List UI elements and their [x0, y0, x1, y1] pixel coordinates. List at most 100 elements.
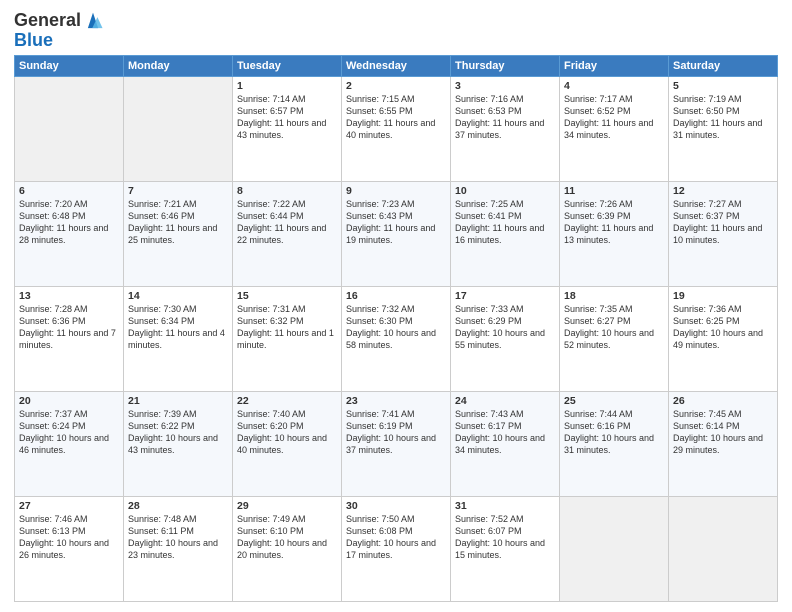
calendar-cell: 10Sunrise: 7:25 AM Sunset: 6:41 PM Dayli…: [451, 182, 560, 287]
calendar-cell: 25Sunrise: 7:44 AM Sunset: 6:16 PM Dayli…: [560, 392, 669, 497]
day-info: Sunrise: 7:26 AM Sunset: 6:39 PM Dayligh…: [564, 198, 664, 247]
day-number: 30: [346, 500, 446, 512]
day-number: 20: [19, 395, 119, 407]
day-info: Sunrise: 7:37 AM Sunset: 6:24 PM Dayligh…: [19, 408, 119, 457]
page: General Blue SundayMondayTuesdayWednesda…: [0, 0, 792, 612]
calendar-week-row: 13Sunrise: 7:28 AM Sunset: 6:36 PM Dayli…: [15, 287, 778, 392]
weekday-header: Wednesday: [342, 56, 451, 77]
calendar-cell: 19Sunrise: 7:36 AM Sunset: 6:25 PM Dayli…: [669, 287, 778, 392]
day-info: Sunrise: 7:52 AM Sunset: 6:07 PM Dayligh…: [455, 513, 555, 562]
day-info: Sunrise: 7:25 AM Sunset: 6:41 PM Dayligh…: [455, 198, 555, 247]
day-number: 8: [237, 185, 337, 197]
weekday-header: Saturday: [669, 56, 778, 77]
day-info: Sunrise: 7:44 AM Sunset: 6:16 PM Dayligh…: [564, 408, 664, 457]
day-info: Sunrise: 7:19 AM Sunset: 6:50 PM Dayligh…: [673, 93, 773, 142]
calendar-week-row: 6Sunrise: 7:20 AM Sunset: 6:48 PM Daylig…: [15, 182, 778, 287]
day-number: 15: [237, 290, 337, 302]
weekday-header: Friday: [560, 56, 669, 77]
calendar-cell: 14Sunrise: 7:30 AM Sunset: 6:34 PM Dayli…: [124, 287, 233, 392]
calendar-week-row: 20Sunrise: 7:37 AM Sunset: 6:24 PM Dayli…: [15, 392, 778, 497]
day-number: 29: [237, 500, 337, 512]
weekday-header: Tuesday: [233, 56, 342, 77]
day-number: 3: [455, 80, 555, 92]
weekday-header: Thursday: [451, 56, 560, 77]
day-number: 28: [128, 500, 228, 512]
day-info: Sunrise: 7:22 AM Sunset: 6:44 PM Dayligh…: [237, 198, 337, 247]
calendar-cell: 23Sunrise: 7:41 AM Sunset: 6:19 PM Dayli…: [342, 392, 451, 497]
day-number: 31: [455, 500, 555, 512]
logo-blue-text: Blue: [14, 31, 53, 49]
day-number: 5: [673, 80, 773, 92]
calendar-cell: 21Sunrise: 7:39 AM Sunset: 6:22 PM Dayli…: [124, 392, 233, 497]
day-number: 22: [237, 395, 337, 407]
calendar-cell: 13Sunrise: 7:28 AM Sunset: 6:36 PM Dayli…: [15, 287, 124, 392]
calendar-week-row: 1Sunrise: 7:14 AM Sunset: 6:57 PM Daylig…: [15, 77, 778, 182]
day-info: Sunrise: 7:28 AM Sunset: 6:36 PM Dayligh…: [19, 303, 119, 352]
calendar-cell: 2Sunrise: 7:15 AM Sunset: 6:55 PM Daylig…: [342, 77, 451, 182]
calendar-cell: 31Sunrise: 7:52 AM Sunset: 6:07 PM Dayli…: [451, 497, 560, 602]
weekday-header: Sunday: [15, 56, 124, 77]
day-number: 27: [19, 500, 119, 512]
day-number: 23: [346, 395, 446, 407]
calendar-cell: 3Sunrise: 7:16 AM Sunset: 6:53 PM Daylig…: [451, 77, 560, 182]
day-info: Sunrise: 7:15 AM Sunset: 6:55 PM Dayligh…: [346, 93, 446, 142]
header: General Blue: [14, 10, 778, 49]
day-info: Sunrise: 7:35 AM Sunset: 6:27 PM Dayligh…: [564, 303, 664, 352]
calendar-cell: 7Sunrise: 7:21 AM Sunset: 6:46 PM Daylig…: [124, 182, 233, 287]
day-info: Sunrise: 7:17 AM Sunset: 6:52 PM Dayligh…: [564, 93, 664, 142]
day-number: 2: [346, 80, 446, 92]
calendar-cell: 29Sunrise: 7:49 AM Sunset: 6:10 PM Dayli…: [233, 497, 342, 602]
day-number: 26: [673, 395, 773, 407]
day-number: 18: [564, 290, 664, 302]
day-info: Sunrise: 7:49 AM Sunset: 6:10 PM Dayligh…: [237, 513, 337, 562]
calendar-cell: 30Sunrise: 7:50 AM Sunset: 6:08 PM Dayli…: [342, 497, 451, 602]
calendar-cell: [560, 497, 669, 602]
day-number: 10: [455, 185, 555, 197]
calendar-cell: 9Sunrise: 7:23 AM Sunset: 6:43 PM Daylig…: [342, 182, 451, 287]
day-number: 19: [673, 290, 773, 302]
day-number: 24: [455, 395, 555, 407]
day-number: 25: [564, 395, 664, 407]
day-info: Sunrise: 7:23 AM Sunset: 6:43 PM Dayligh…: [346, 198, 446, 247]
calendar-cell: [124, 77, 233, 182]
day-number: 4: [564, 80, 664, 92]
calendar-cell: 17Sunrise: 7:33 AM Sunset: 6:29 PM Dayli…: [451, 287, 560, 392]
day-info: Sunrise: 7:36 AM Sunset: 6:25 PM Dayligh…: [673, 303, 773, 352]
day-number: 21: [128, 395, 228, 407]
calendar-cell: 11Sunrise: 7:26 AM Sunset: 6:39 PM Dayli…: [560, 182, 669, 287]
calendar-cell: 16Sunrise: 7:32 AM Sunset: 6:30 PM Dayli…: [342, 287, 451, 392]
calendar-cell: 20Sunrise: 7:37 AM Sunset: 6:24 PM Dayli…: [15, 392, 124, 497]
calendar-cell: 6Sunrise: 7:20 AM Sunset: 6:48 PM Daylig…: [15, 182, 124, 287]
day-info: Sunrise: 7:21 AM Sunset: 6:46 PM Dayligh…: [128, 198, 228, 247]
day-info: Sunrise: 7:30 AM Sunset: 6:34 PM Dayligh…: [128, 303, 228, 352]
day-info: Sunrise: 7:27 AM Sunset: 6:37 PM Dayligh…: [673, 198, 773, 247]
day-number: 9: [346, 185, 446, 197]
calendar-cell: [15, 77, 124, 182]
calendar-cell: 4Sunrise: 7:17 AM Sunset: 6:52 PM Daylig…: [560, 77, 669, 182]
day-info: Sunrise: 7:31 AM Sunset: 6:32 PM Dayligh…: [237, 303, 337, 352]
logo-general-text: General: [14, 10, 81, 31]
day-number: 11: [564, 185, 664, 197]
day-number: 1: [237, 80, 337, 92]
calendar-cell: 8Sunrise: 7:22 AM Sunset: 6:44 PM Daylig…: [233, 182, 342, 287]
day-info: Sunrise: 7:48 AM Sunset: 6:11 PM Dayligh…: [128, 513, 228, 562]
calendar-cell: 22Sunrise: 7:40 AM Sunset: 6:20 PM Dayli…: [233, 392, 342, 497]
calendar-cell: 18Sunrise: 7:35 AM Sunset: 6:27 PM Dayli…: [560, 287, 669, 392]
day-number: 6: [19, 185, 119, 197]
day-number: 16: [346, 290, 446, 302]
weekday-header: Monday: [124, 56, 233, 77]
calendar-cell: 24Sunrise: 7:43 AM Sunset: 6:17 PM Dayli…: [451, 392, 560, 497]
day-info: Sunrise: 7:33 AM Sunset: 6:29 PM Dayligh…: [455, 303, 555, 352]
day-info: Sunrise: 7:40 AM Sunset: 6:20 PM Dayligh…: [237, 408, 337, 457]
day-number: 12: [673, 185, 773, 197]
day-number: 7: [128, 185, 228, 197]
day-info: Sunrise: 7:32 AM Sunset: 6:30 PM Dayligh…: [346, 303, 446, 352]
day-info: Sunrise: 7:16 AM Sunset: 6:53 PM Dayligh…: [455, 93, 555, 142]
calendar-week-row: 27Sunrise: 7:46 AM Sunset: 6:13 PM Dayli…: [15, 497, 778, 602]
calendar-cell: 26Sunrise: 7:45 AM Sunset: 6:14 PM Dayli…: [669, 392, 778, 497]
calendar-cell: 12Sunrise: 7:27 AM Sunset: 6:37 PM Dayli…: [669, 182, 778, 287]
day-number: 14: [128, 290, 228, 302]
logo: General Blue: [14, 10, 104, 49]
day-info: Sunrise: 7:20 AM Sunset: 6:48 PM Dayligh…: [19, 198, 119, 247]
calendar-cell: 15Sunrise: 7:31 AM Sunset: 6:32 PM Dayli…: [233, 287, 342, 392]
